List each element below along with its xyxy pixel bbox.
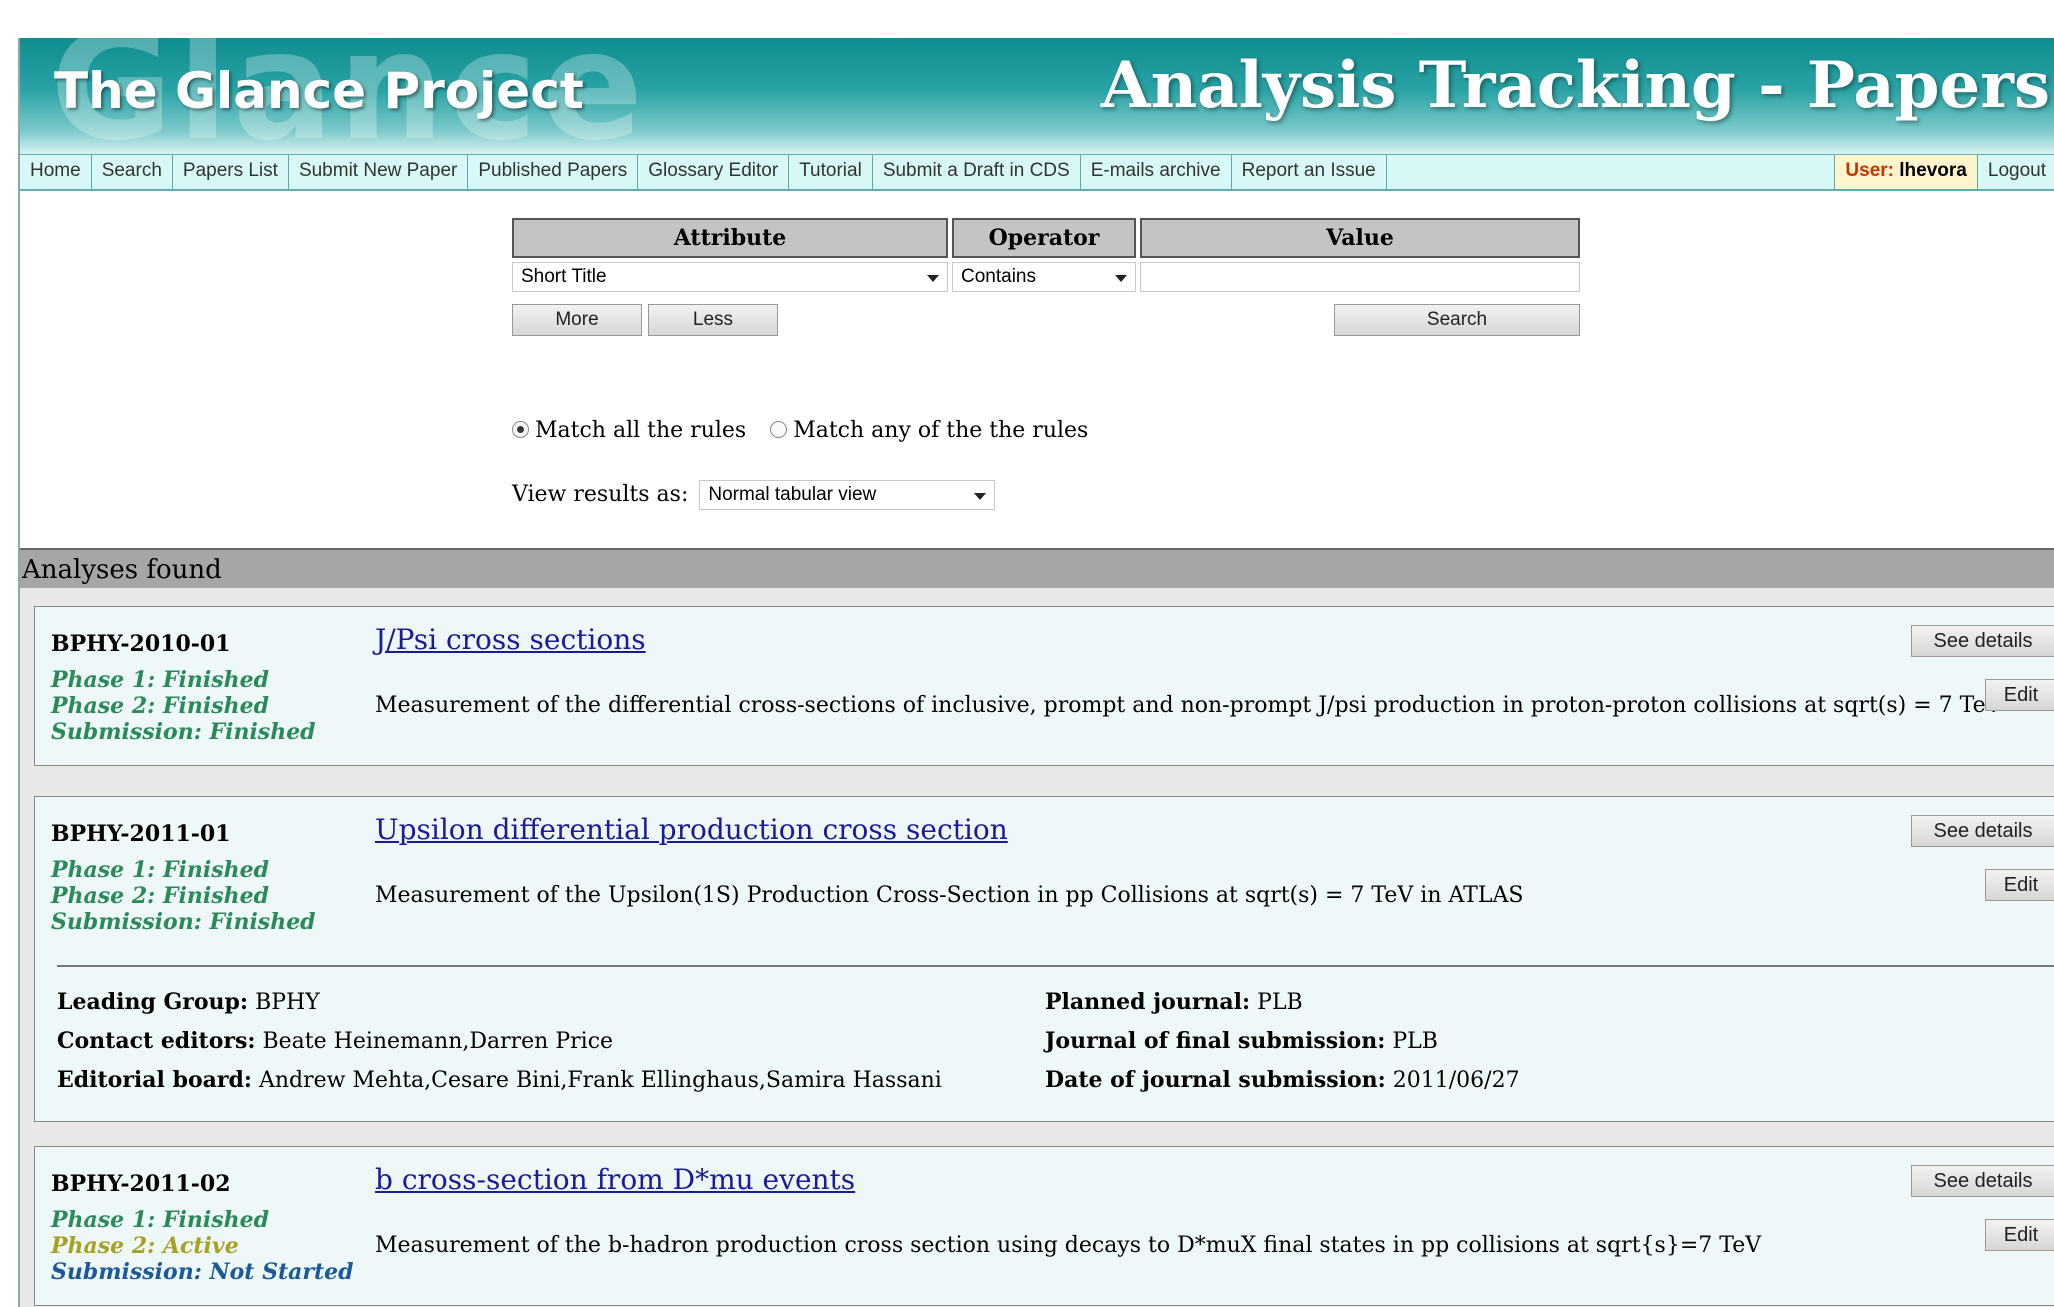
results-heading: Analyses found bbox=[20, 548, 2054, 588]
user-name: lhevora bbox=[1899, 160, 1967, 181]
operator-header: Operator bbox=[952, 218, 1136, 258]
phase-status: Phase 2: Active bbox=[51, 1233, 239, 1259]
nav-item-search[interactable]: Search bbox=[92, 155, 173, 189]
submission-date-label: Date of journal submission: bbox=[1045, 1067, 1386, 1093]
phase-status: Phase 1: Finished bbox=[51, 667, 270, 693]
view-results-row: View results as: Normal tabular view bbox=[512, 480, 996, 510]
logout-link[interactable]: Logout bbox=[1976, 155, 2054, 189]
contact-editors: Contact editors: Beate Heinemann,Darren … bbox=[57, 1028, 613, 1054]
chevron-down-icon bbox=[927, 275, 939, 282]
view-results-select[interactable]: Normal tabular view bbox=[699, 480, 996, 510]
nav-item-submit-draft-cds[interactable]: Submit a Draft in CDS bbox=[873, 155, 1081, 189]
see-details-button[interactable]: See details bbox=[1911, 625, 2054, 657]
operator-select[interactable]: Contains bbox=[952, 262, 1136, 292]
analysis-title-link[interactable]: Upsilon differential production cross se… bbox=[375, 813, 1008, 846]
more-button[interactable]: More bbox=[512, 304, 642, 336]
submission-status: Submission: Finished bbox=[51, 719, 316, 745]
attribute-header: Attribute bbox=[512, 218, 948, 258]
nav-item-published-papers[interactable]: Published Papers bbox=[468, 155, 639, 189]
submission-status: Submission: Finished bbox=[51, 909, 316, 935]
analysis-description: Measurement of the b-hadron production c… bbox=[375, 1233, 1762, 1258]
analysis-code: BPHY-2011-02 bbox=[51, 1171, 231, 1197]
final-journal: Journal of final submission: PLB bbox=[1045, 1028, 1438, 1054]
attribute-select-value: Short Title bbox=[521, 266, 607, 287]
match-all-label: Match all the rules bbox=[535, 418, 747, 443]
leading-group: Leading Group: BPHY bbox=[57, 989, 320, 1015]
nav-item-papers-list[interactable]: Papers List bbox=[173, 155, 289, 189]
value-input[interactable] bbox=[1140, 262, 1580, 292]
leading-group-value: BPHY bbox=[255, 990, 320, 1015]
submission-date-value: 2011/06/27 bbox=[1392, 1068, 1520, 1093]
editorial-board-label: Editorial board: bbox=[57, 1067, 252, 1093]
leading-group-label: Leading Group: bbox=[57, 989, 249, 1015]
edit-button[interactable]: Edit bbox=[1985, 869, 2054, 901]
user-badge: User: lhevora bbox=[1834, 155, 1977, 189]
planned-journal-value: PLB bbox=[1257, 990, 1303, 1015]
analysis-code: BPHY-2011-01 bbox=[51, 821, 231, 847]
phase-status: Phase 2: Finished bbox=[51, 883, 270, 909]
edit-button[interactable]: Edit bbox=[1985, 1219, 2054, 1251]
contact-editors-label: Contact editors: bbox=[57, 1028, 256, 1054]
chevron-down-icon bbox=[1115, 275, 1127, 282]
details-divider bbox=[57, 965, 2054, 967]
nav-item-emails-archive[interactable]: E-mails archive bbox=[1081, 155, 1232, 189]
final-journal-label: Journal of final submission: bbox=[1045, 1028, 1386, 1054]
operator-select-value: Contains bbox=[961, 266, 1036, 287]
analysis-title-link[interactable]: J/Psi cross sections bbox=[375, 623, 646, 656]
search-button[interactable]: Search bbox=[1334, 304, 1580, 336]
header-banner: Glance The Glance Project Analysis Track… bbox=[20, 38, 2054, 154]
nav-item-submit-new-paper[interactable]: Submit New Paper bbox=[289, 155, 469, 189]
submission-status: Submission: Not Started bbox=[51, 1259, 354, 1285]
nav-item-tutorial[interactable]: Tutorial bbox=[789, 155, 873, 189]
user-label: User: bbox=[1845, 160, 1894, 181]
results-list: BPHY-2010-01 Phase 1: Finished Phase 2: … bbox=[20, 588, 2054, 1307]
match-options: Match all the rules Match any of the the… bbox=[512, 418, 1088, 443]
see-details-button[interactable]: See details bbox=[1911, 815, 2054, 847]
analysis-description: Measurement of the Upsilon(1S) Productio… bbox=[375, 883, 1524, 908]
editorial-board-value: Andrew Mehta,Cesare Bini,Frank Ellinghau… bbox=[258, 1068, 942, 1093]
submission-date: Date of journal submission: 2011/06/27 bbox=[1045, 1067, 1520, 1093]
view-results-label: View results as: bbox=[512, 482, 689, 507]
analysis-card: BPHY-2010-01 Phase 1: Finished Phase 2: … bbox=[34, 606, 2054, 766]
page-frame: Glance The Glance Project Analysis Track… bbox=[18, 38, 2054, 1307]
less-button[interactable]: Less bbox=[648, 304, 778, 336]
nav-item-home[interactable]: Home bbox=[20, 155, 92, 189]
match-all-radio[interactable] bbox=[512, 421, 529, 438]
phase-status: Phase 1: Finished bbox=[51, 857, 270, 883]
phase-status: Phase 2: Finished bbox=[51, 693, 270, 719]
analysis-code: BPHY-2010-01 bbox=[51, 631, 231, 657]
phase-status: Phase 1: Finished bbox=[51, 1207, 270, 1233]
nav-item-glossary-editor[interactable]: Glossary Editor bbox=[638, 155, 790, 189]
editorial-board: Editorial board: Andrew Mehta,Cesare Bin… bbox=[57, 1067, 942, 1093]
chevron-down-icon bbox=[974, 493, 987, 500]
contact-editors-value: Beate Heinemann,Darren Price bbox=[262, 1029, 614, 1054]
final-journal-value: PLB bbox=[1392, 1029, 1438, 1054]
see-details-button[interactable]: See details bbox=[1911, 1165, 2054, 1197]
analysis-card: BPHY-2011-01 Phase 1: Finished Phase 2: … bbox=[34, 796, 2054, 1122]
project-logo[interactable]: The Glance Project bbox=[54, 62, 584, 120]
match-any-radio[interactable] bbox=[770, 421, 788, 438]
planned-journal: Planned journal: PLB bbox=[1045, 989, 1303, 1015]
planned-journal-label: Planned journal: bbox=[1045, 989, 1251, 1015]
edit-button[interactable]: Edit bbox=[1985, 679, 2054, 711]
analysis-card: BPHY-2011-02 Phase 1: Finished Phase 2: … bbox=[34, 1146, 2054, 1306]
user-area: User: lhevora Logout bbox=[1834, 155, 2054, 189]
analysis-description: Measurement of the differential cross-se… bbox=[375, 693, 2002, 718]
match-any-label: Match any of the the rules bbox=[793, 418, 1089, 443]
attribute-select[interactable]: Short Title bbox=[512, 262, 948, 292]
nav-item-report-issue[interactable]: Report an Issue bbox=[1232, 155, 1387, 189]
view-results-value: Normal tabular view bbox=[708, 484, 877, 505]
value-header: Value bbox=[1140, 218, 1580, 258]
analysis-title-link[interactable]: b cross-section from D*mu events bbox=[375, 1163, 855, 1196]
main-nav: Home Search Papers List Submit New Paper… bbox=[20, 154, 2054, 191]
page-title: Analysis Tracking - Papers bbox=[1100, 48, 2050, 123]
